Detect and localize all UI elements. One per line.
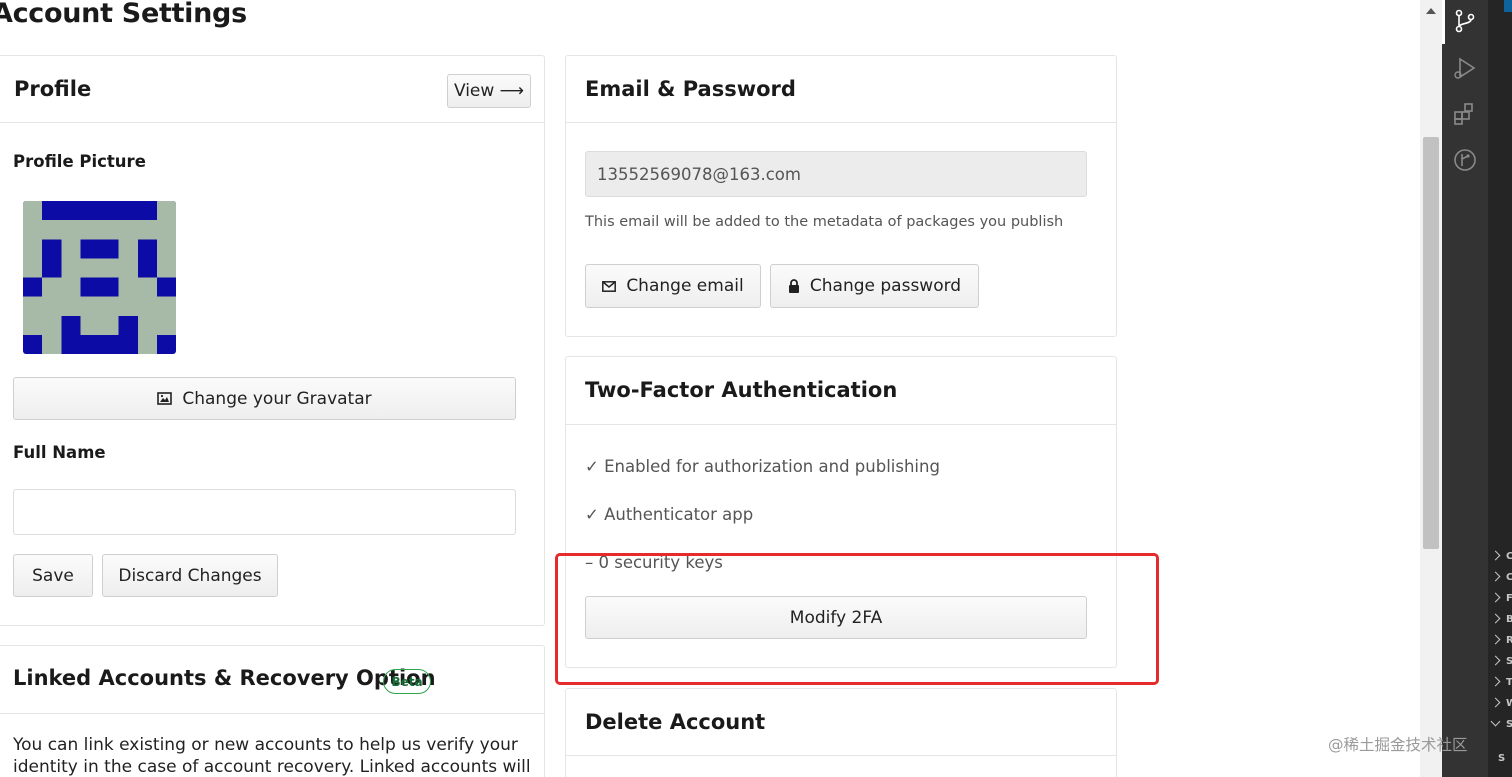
email-password-title: Email & Password — [585, 77, 796, 101]
chevron-right-icon — [1490, 676, 1501, 687]
chevron-right-icon — [1490, 613, 1501, 624]
profile-picture-label: Profile Picture — [13, 152, 146, 171]
chevron-right-icon — [1490, 634, 1501, 645]
two-factor-title: Two-Factor Authentication — [585, 378, 898, 402]
delete-account-card: Delete Account — [565, 688, 1117, 777]
change-password-button[interactable]: Change password — [770, 264, 979, 308]
panel-row-2-label: C — [1506, 572, 1512, 583]
chevron-right-icon — [1490, 550, 1501, 561]
save-button[interactable]: Save — [13, 554, 93, 597]
discard-changes-label: Discard Changes — [118, 565, 262, 586]
lock-icon — [788, 279, 799, 293]
two-factor-status-authenticator: ✓ Authenticator app — [585, 505, 754, 524]
panel-row-5-label: R — [1506, 635, 1512, 646]
full-name-label: Full Name — [13, 443, 106, 462]
panel-row-3-label: F — [1506, 593, 1512, 604]
linked-accounts-title: Linked Accounts & Recovery Option — [13, 666, 436, 690]
panel-tab-indicator — [1504, 0, 1512, 12]
panel-row-5[interactable]: R — [1488, 632, 1512, 652]
email-input[interactable]: 13552569078@163.com — [585, 151, 1087, 197]
panel-row-4[interactable]: B — [1488, 611, 1512, 631]
panel-row-1-label: C — [1506, 551, 1512, 562]
two-factor-header: Two-Factor Authentication — [566, 357, 1116, 425]
panel-row-1[interactable]: C — [1488, 548, 1512, 568]
panel-row-2[interactable]: C — [1488, 569, 1512, 589]
avatar — [23, 201, 176, 354]
profile-card-header: Profile View ⟶ — [0, 56, 544, 123]
email-note: This email will be added to the metadata… — [585, 214, 1064, 230]
view-profile-button[interactable]: View ⟶ — [447, 74, 531, 108]
panel-row-6[interactable]: S — [1488, 653, 1512, 673]
full-name-input[interactable] — [13, 489, 516, 535]
extensions-icon[interactable] — [1452, 101, 1478, 127]
panel-row-6-label: S — [1506, 656, 1512, 667]
source-control-icon[interactable] — [1452, 8, 1478, 34]
page-title: Account Settings — [0, 0, 247, 29]
git-graph-icon[interactable] — [1452, 147, 1478, 173]
panel-extra: S — [1488, 750, 1512, 770]
run-debug-icon[interactable] — [1452, 55, 1478, 81]
panel-row-9-label: S — [1506, 719, 1512, 730]
change-email-button[interactable]: Change email — [585, 264, 761, 308]
image-icon — [157, 392, 173, 405]
change-gravatar-button[interactable]: Change your Gravatar — [13, 377, 516, 420]
panel-row-9[interactable]: S — [1488, 716, 1512, 736]
chevron-right-icon — [1490, 697, 1501, 708]
email-value: 13552569078@163.com — [597, 165, 801, 184]
panel-row-3[interactable]: F — [1488, 590, 1512, 610]
linked-accounts-desc-line1: You can link existing or new accounts to… — [13, 735, 518, 755]
scrollbar-thumb[interactable] — [1423, 137, 1439, 549]
chevron-right-icon — [1490, 571, 1501, 582]
chevron-right-icon — [1490, 655, 1501, 666]
editor-side-panel: C C F B R S T W S S — [1488, 0, 1512, 777]
delete-account-header: Delete Account — [566, 689, 1116, 756]
save-label: Save — [32, 565, 74, 586]
panel-row-8-label: W — [1506, 698, 1512, 709]
delete-account-title: Delete Account — [585, 710, 766, 734]
panel-extra-label: S — [1498, 753, 1506, 764]
two-factor-status-enabled: ✓ Enabled for authorization and publishi… — [585, 457, 940, 476]
chevron-right-icon — [1490, 592, 1501, 603]
change-gravatar-label: Change your Gravatar — [182, 388, 372, 409]
change-email-label: Change email — [626, 276, 744, 296]
editor-activity-bar — [1442, 0, 1488, 777]
linked-accounts-desc-line2: identity in the case of account recovery… — [13, 757, 531, 777]
highlight-annotation — [555, 553, 1159, 685]
profile-title: Profile — [14, 77, 92, 101]
email-password-header: Email & Password — [566, 56, 1116, 123]
panel-row-7-label: T — [1506, 677, 1512, 688]
envelope-icon — [602, 280, 617, 292]
discard-changes-button[interactable]: Discard Changes — [102, 554, 278, 597]
active-indicator — [1442, 0, 1445, 44]
account-settings-page: Account Settings Profile View ⟶ Profile … — [0, 0, 1420, 777]
beta-badge: Beta — [383, 669, 431, 694]
change-password-label: Change password — [809, 276, 962, 296]
chevron-down-icon — [1490, 716, 1501, 727]
panel-row-8[interactable]: W — [1488, 695, 1512, 715]
panel-row-4-label: B — [1506, 614, 1512, 625]
view-profile-label: View ⟶ — [453, 81, 525, 101]
scroll-up-icon[interactable] — [1426, 8, 1436, 14]
panel-row-7[interactable]: T — [1488, 674, 1512, 694]
page-scrollbar[interactable] — [1420, 0, 1442, 777]
watermark: @稀土掘金技术社区 — [1328, 736, 1468, 754]
